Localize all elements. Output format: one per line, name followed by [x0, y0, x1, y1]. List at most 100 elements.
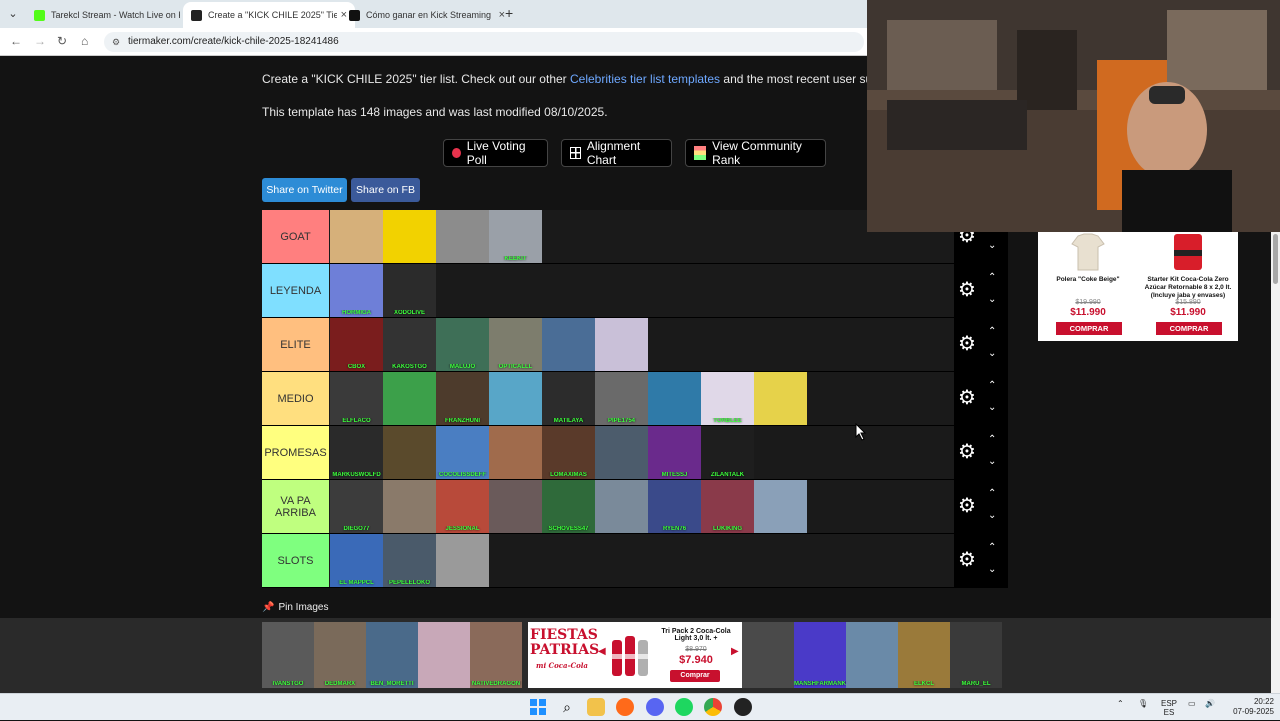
- browser-tab[interactable]: Tarekcl Stream - Watch Live on Kick×: [26, 2, 198, 28]
- streamer-thumbnail[interactable]: LOMAXIMAS: [542, 426, 595, 479]
- site-info-icon[interactable]: ⚙: [112, 32, 120, 52]
- tier-label[interactable]: LEYENDA: [262, 264, 329, 317]
- comprar-button[interactable]: COMPRAR: [1156, 322, 1222, 335]
- ad-prev-icon[interactable]: ◀: [598, 646, 606, 657]
- streamer-thumbnail[interactable]: [383, 210, 436, 263]
- live-voting-poll-button[interactable]: Live Voting Poll: [443, 139, 548, 167]
- obs-icon[interactable]: [734, 698, 752, 716]
- streamer-thumbnail[interactable]: KEEKIT: [489, 210, 542, 263]
- streamer-thumbnail[interactable]: NATIVEDRAGON: [470, 622, 522, 688]
- network-icon[interactable]: ▭: [1188, 699, 1196, 708]
- tier-settings-gear-icon[interactable]: ⚙: [958, 496, 976, 516]
- move-tier-down-icon[interactable]: ⌄: [988, 510, 996, 521]
- streamer-thumbnail[interactable]: ELKCL: [898, 622, 950, 688]
- back-icon[interactable]: ←: [10, 34, 22, 48]
- ad-product-starter-kit[interactable]: Starter Kit Coca-Cola Zero Azúcar Retorn…: [1140, 232, 1236, 341]
- browser-tab[interactable]: Create a "KICK CHILE 2025" Tier List×: [183, 2, 355, 28]
- streamer-thumbnail[interactable]: XODOLIVE: [383, 264, 436, 317]
- home-icon[interactable]: ⌂: [81, 34, 88, 48]
- forward-icon[interactable]: →: [34, 34, 46, 48]
- clock[interactable]: 20:22 07-09-2025: [1224, 697, 1274, 717]
- firefox-icon[interactable]: [616, 698, 634, 716]
- search-icon[interactable]: ⌕: [558, 698, 576, 716]
- microphone-icon[interactable]: 🎙: [1138, 699, 1148, 708]
- streamer-thumbnail[interactable]: LUKIKING: [701, 480, 754, 533]
- streamer-thumbnail[interactable]: EL MAPPCL: [330, 534, 383, 587]
- spotify-icon[interactable]: [675, 698, 693, 716]
- move-tier-down-icon[interactable]: ⌄: [988, 564, 996, 575]
- streamer-thumbnail[interactable]: [754, 480, 807, 533]
- streamer-thumbnail[interactable]: [436, 534, 489, 587]
- streamer-thumbnail[interactable]: BEN_MORETTI: [366, 622, 418, 688]
- streamer-thumbnail[interactable]: [742, 622, 794, 688]
- streamer-thumbnail[interactable]: OPTICALLL: [489, 318, 542, 371]
- tier-label[interactable]: ELITE: [262, 318, 329, 371]
- ad-next-icon[interactable]: ▶: [731, 646, 739, 657]
- ad-buy-button[interactable]: Comprar: [670, 670, 720, 682]
- streamer-thumbnail[interactable]: [330, 210, 383, 263]
- chrome-icon[interactable]: [704, 698, 722, 716]
- move-tier-up-icon[interactable]: ⌃: [988, 488, 996, 499]
- streamer-thumbnail[interactable]: [595, 480, 648, 533]
- move-tier-down-icon[interactable]: ⌄: [988, 456, 996, 467]
- new-tab-button[interactable]: +: [505, 5, 513, 21]
- move-tier-down-icon[interactable]: ⌄: [988, 402, 996, 413]
- tier-label[interactable]: PROMESAS: [262, 426, 329, 479]
- move-tier-up-icon[interactable]: ⌃: [988, 326, 996, 337]
- streamer-thumbnail[interactable]: [595, 318, 648, 371]
- streamer-thumbnail[interactable]: [489, 372, 542, 425]
- streamer-thumbnail[interactable]: ZILANTALK: [701, 426, 754, 479]
- move-tier-down-icon[interactable]: ⌄: [988, 240, 996, 251]
- move-tier-down-icon[interactable]: ⌄: [988, 294, 996, 305]
- discord-icon[interactable]: [646, 698, 664, 716]
- streamer-thumbnail[interactable]: KAKOSTGO: [383, 318, 436, 371]
- move-tier-up-icon[interactable]: ⌃: [988, 434, 996, 445]
- streamer-thumbnail[interactable]: [542, 318, 595, 371]
- scrollbar-thumb[interactable]: [1273, 234, 1278, 284]
- tier-label[interactable]: SLOTS: [262, 534, 329, 587]
- move-tier-up-icon[interactable]: ⌃: [988, 272, 996, 283]
- move-tier-up-icon[interactable]: ⌃: [988, 542, 996, 553]
- streamer-thumbnail[interactable]: SCHOVESS47: [542, 480, 595, 533]
- streamer-thumbnail[interactable]: PEPELELOKO: [383, 534, 436, 587]
- streamer-thumbnail[interactable]: [648, 372, 701, 425]
- share-fb-button[interactable]: Share on FB: [351, 178, 420, 202]
- move-tier-down-icon[interactable]: ⌄: [988, 348, 996, 359]
- streamer-thumbnail[interactable]: [383, 426, 436, 479]
- streamer-thumbnail[interactable]: [436, 210, 489, 263]
- tier-settings-gear-icon[interactable]: ⚙: [958, 550, 976, 570]
- streamer-thumbnail[interactable]: RYEN76: [648, 480, 701, 533]
- streamer-thumbnail[interactable]: MARU_EL: [950, 622, 1002, 688]
- url-field[interactable]: ⚙ tiermaker.com/create/kick-chile-2025-1…: [104, 32, 864, 52]
- tier-settings-gear-icon[interactable]: ⚙: [958, 442, 976, 462]
- streamer-thumbnail[interactable]: [418, 622, 470, 688]
- tab-search-icon[interactable]: ⌄: [4, 5, 22, 23]
- alignment-chart-button[interactable]: Alignment Chart: [561, 139, 672, 167]
- streamer-thumbnail[interactable]: PIPE1754: [595, 372, 648, 425]
- streamer-thumbnail[interactable]: [489, 480, 542, 533]
- tier-label[interactable]: VA PA ARRIBA: [262, 480, 329, 533]
- tier-label[interactable]: GOAT: [262, 210, 329, 263]
- tier-label[interactable]: MEDIO: [262, 372, 329, 425]
- ad-banner[interactable]: FIESTAS PATRIAS mi Coca-Cola ◀ Tri Pack …: [528, 622, 742, 688]
- streamer-thumbnail[interactable]: [846, 622, 898, 688]
- pin-images-toggle[interactable]: 📌 Pin Images: [262, 602, 328, 613]
- streamer-thumbnail[interactable]: TORBLEE: [701, 372, 754, 425]
- share-twitter-button[interactable]: Share on Twitter: [262, 178, 347, 202]
- view-community-rank-button[interactable]: View Community Rank: [685, 139, 826, 167]
- streamer-thumbnail[interactable]: ELFLACO: [330, 372, 383, 425]
- streamer-thumbnail[interactable]: MARKUSWOLFD: [330, 426, 383, 479]
- ad-product-polera[interactable]: Polera "Coke Beige" $19.990 $11.990 COMP…: [1040, 232, 1136, 341]
- comprar-button[interactable]: COMPRAR: [1056, 322, 1122, 335]
- streamer-thumbnail[interactable]: CBOX: [330, 318, 383, 371]
- streamer-thumbnail[interactable]: [489, 426, 542, 479]
- file-explorer-icon[interactable]: [587, 698, 605, 716]
- streamer-thumbnail[interactable]: [383, 372, 436, 425]
- tier-settings-gear-icon[interactable]: ⚙: [958, 334, 976, 354]
- streamer-thumbnail[interactable]: MATILAYA: [542, 372, 595, 425]
- language-indicator[interactable]: ESP ES: [1161, 699, 1177, 717]
- streamer-thumbnail[interactable]: MANSHFARMANKUTE: [794, 622, 846, 688]
- streamer-thumbnail[interactable]: [754, 372, 807, 425]
- tier-settings-gear-icon[interactable]: ⚙: [958, 280, 976, 300]
- streamer-thumbnail[interactable]: DEDMARX: [314, 622, 366, 688]
